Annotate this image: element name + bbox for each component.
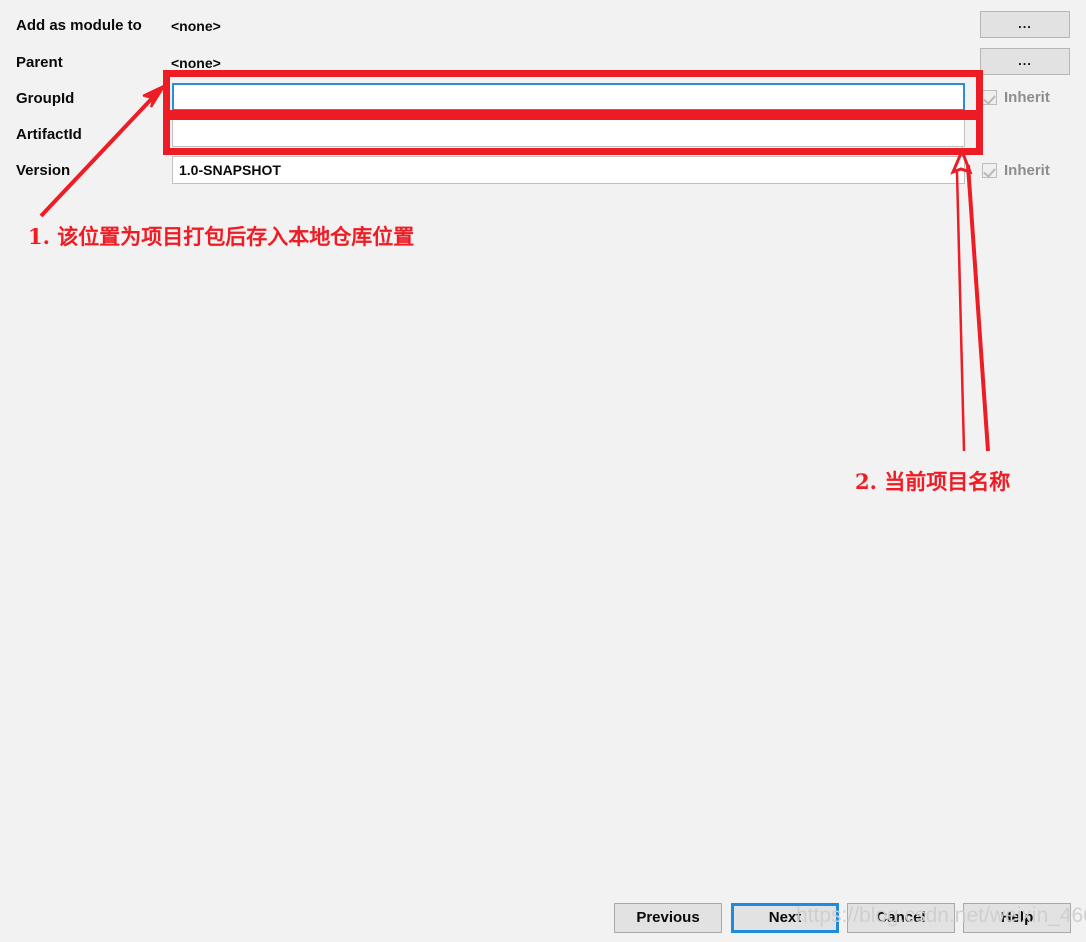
version-input[interactable]: [172, 156, 965, 184]
inherit-label-groupid: Inherit: [1004, 89, 1050, 106]
groupid-input[interactable]: [172, 83, 965, 111]
annotation-text-2: 2. 当前项目名称: [855, 469, 1011, 494]
browse-button-add-as-module-to[interactable]: ...: [980, 11, 1070, 38]
next-button[interactable]: Next: [731, 903, 839, 933]
help-button[interactable]: Help: [963, 903, 1071, 933]
value-add-as-module-to: <none>: [171, 18, 221, 34]
label-artifactid: ArtifactId: [16, 126, 82, 143]
value-parent: <none>: [171, 55, 221, 71]
checkmark-icon: [982, 90, 997, 105]
label-add-as-module-to: Add as module to: [16, 17, 142, 34]
cancel-button[interactable]: Cancel: [847, 903, 955, 933]
maven-new-project-dialog: Add as module to <none> ... Parent <none…: [0, 0, 1086, 942]
annotation-text-1: 1. 该位置为项目打包后存入本地仓库位置: [28, 224, 415, 249]
previous-button[interactable]: Previous: [614, 903, 722, 933]
inherit-label-version: Inherit: [1004, 162, 1050, 179]
label-parent: Parent: [16, 54, 63, 71]
artifactid-input[interactable]: [172, 119, 965, 147]
browse-button-parent[interactable]: ...: [980, 48, 1070, 75]
checkmark-icon: [982, 163, 997, 178]
label-version: Version: [16, 162, 71, 179]
inherit-checkbox-groupid[interactable]: Inherit: [982, 89, 1050, 106]
label-groupid: GroupId: [16, 90, 75, 107]
inherit-checkbox-version[interactable]: Inherit: [982, 162, 1050, 179]
